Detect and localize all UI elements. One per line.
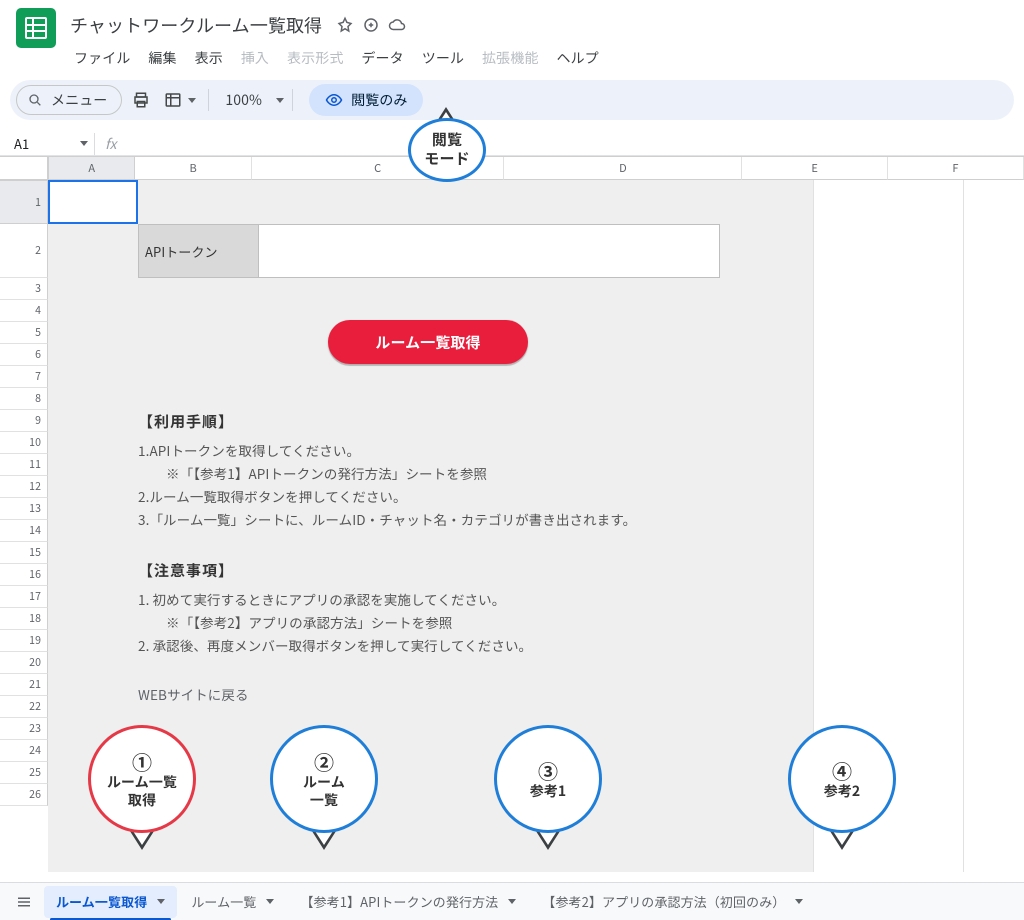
chevron-down-icon[interactable]	[157, 899, 165, 904]
row-header-17[interactable]: 17	[0, 586, 48, 608]
api-token-input-cell[interactable]	[258, 224, 720, 278]
chevron-down-icon	[188, 98, 196, 103]
row-header-12[interactable]: 12	[0, 476, 48, 498]
usage-heading: 【利用手順】	[138, 410, 778, 433]
menu-bar: ファイル編集表示挿入表示形式データツール拡張機能ヘルプ	[66, 44, 607, 72]
annotation-view-mode: 閲覧 モード	[408, 118, 486, 182]
row-header-18[interactable]: 18	[0, 608, 48, 630]
text-line: 2. 承認後、再度メンバー取得ボタンを押して実行してください。	[138, 634, 778, 657]
row-header-8[interactable]: 8	[0, 388, 48, 410]
api-token-label-cell: APIトークン	[138, 224, 258, 278]
row-header-3[interactable]: 3	[0, 278, 48, 300]
chevron-down-icon[interactable]	[266, 899, 274, 904]
row-header-1[interactable]: 1	[0, 180, 48, 224]
col-header-F[interactable]: F	[888, 157, 1024, 180]
sheet-tab-label: ルーム一覧取得	[56, 892, 147, 911]
col-header-A[interactable]: A	[48, 157, 135, 180]
row-header-10[interactable]: 10	[0, 432, 48, 454]
col-header-B[interactable]: B	[135, 157, 252, 180]
view-only-label: 閲覧のみ	[351, 90, 407, 110]
text-line: ※「【参考2】アプリの承認方法」シートを参照	[138, 611, 778, 634]
document-title[interactable]: チャットワークルーム一覧取得	[68, 8, 328, 42]
text-line: 1. 初めて実行するときにアプリの承認を実施してください。	[138, 588, 778, 611]
move-icon[interactable]	[362, 16, 380, 34]
sheets-logo-icon	[16, 8, 56, 48]
menu-表示形式: 表示形式	[279, 44, 351, 72]
annotation-1: ① ルーム一覧 取得	[88, 725, 196, 833]
row-header-19[interactable]: 19	[0, 630, 48, 652]
annotation-3: ③ 参考1	[494, 725, 602, 833]
row-header-4[interactable]: 4	[0, 300, 48, 322]
text-line: 2.ルーム一覧取得ボタンを押してください。	[138, 485, 778, 508]
toolbar: メニュー 100% 閲覧のみ	[10, 80, 1014, 120]
sheet-tab-label: 【参考2】アプリの承認方法（初回のみ）	[542, 892, 785, 911]
back-to-website-link[interactable]: WEBサイトに戻る	[138, 684, 249, 704]
annotation-4: ④ 参考2	[788, 725, 896, 833]
filter-views-icon[interactable]	[160, 85, 200, 115]
text-line: 1.APIトークンを取得してください。	[138, 439, 778, 462]
col-header-D[interactable]: D	[504, 157, 742, 180]
menu-データ[interactable]: データ	[353, 44, 411, 72]
menu-ツール[interactable]: ツール	[414, 44, 472, 72]
row-header-24[interactable]: 24	[0, 740, 48, 762]
cloud-status-icon[interactable]	[388, 16, 406, 34]
annotation-2: ② ルーム 一覧	[270, 725, 378, 833]
chevron-down-icon[interactable]	[276, 98, 284, 103]
caution-heading: 【注意事項】	[138, 559, 778, 582]
row-header-21[interactable]: 21	[0, 674, 48, 696]
row-header-11[interactable]: 11	[0, 454, 48, 476]
zoom-value: 100%	[225, 90, 262, 110]
text-line: ※「【参考1】APIトークンの発行方法」シートを参照	[138, 462, 778, 485]
text-line: 3.「ルーム一覧」シートに、ルームID・チャット名・カテゴリが書き出されます。	[138, 508, 778, 531]
row-header-13[interactable]: 13	[0, 498, 48, 520]
sheet-tab-label: ルーム一覧	[191, 892, 256, 911]
menu-ヘルプ[interactable]: ヘルプ	[548, 44, 606, 72]
sheet-tab-1[interactable]: ルーム一覧	[179, 886, 286, 918]
row-header-7[interactable]: 7	[0, 366, 48, 388]
name-box-value: A1	[14, 134, 29, 153]
chevron-down-icon[interactable]	[795, 899, 803, 904]
row-header-15[interactable]: 15	[0, 542, 48, 564]
zoom-selector[interactable]: 100%	[217, 90, 266, 110]
menu-表示[interactable]: 表示	[187, 44, 231, 72]
menu-挿入: 挿入	[233, 44, 277, 72]
row-header-23[interactable]: 23	[0, 718, 48, 740]
row-header-2[interactable]: 2	[0, 224, 48, 278]
search-menus-button[interactable]: メニュー	[16, 85, 122, 115]
search-menus-label: メニュー	[51, 90, 107, 110]
row-header-25[interactable]: 25	[0, 762, 48, 784]
row-header-22[interactable]: 22	[0, 696, 48, 718]
col-header-E[interactable]: E	[742, 157, 888, 180]
chevron-down-icon	[80, 141, 88, 146]
all-sheets-icon[interactable]	[6, 886, 42, 918]
row-header-6[interactable]: 6	[0, 344, 48, 366]
print-icon[interactable]	[126, 85, 156, 115]
menu-ファイル[interactable]: ファイル	[66, 44, 138, 72]
menu-拡張機能: 拡張機能	[474, 44, 546, 72]
view-only-chip[interactable]: 閲覧のみ	[309, 84, 423, 116]
row-header-9[interactable]: 9	[0, 410, 48, 432]
row-header-16[interactable]: 16	[0, 564, 48, 586]
chevron-down-icon[interactable]	[508, 899, 516, 904]
row-header-20[interactable]: 20	[0, 652, 48, 674]
star-icon[interactable]	[336, 16, 354, 34]
menu-編集[interactable]: 編集	[140, 44, 184, 72]
fx-icon: fx	[95, 134, 127, 154]
sheet-tab-3[interactable]: 【参考2】アプリの承認方法（初回のみ）	[530, 886, 815, 918]
active-cell[interactable]	[48, 180, 138, 224]
row-header-14[interactable]: 14	[0, 520, 48, 542]
sheet-tab-2[interactable]: 【参考1】APIトークンの発行方法	[288, 886, 528, 918]
row-header-5[interactable]: 5	[0, 322, 48, 344]
get-room-list-button[interactable]: ルーム一覧取得	[328, 320, 528, 364]
sheet-tab-label: 【参考1】APIトークンの発行方法	[300, 892, 498, 911]
instructions-text: 【利用手順】 1.APIトークンを取得してください。 ※「【参考1】APIトーク…	[138, 410, 778, 706]
name-box[interactable]: A1	[8, 134, 94, 153]
sheet-tab-0[interactable]: ルーム一覧取得	[44, 886, 177, 918]
select-all-corner[interactable]	[0, 157, 48, 180]
row-header-26[interactable]: 26	[0, 784, 48, 806]
